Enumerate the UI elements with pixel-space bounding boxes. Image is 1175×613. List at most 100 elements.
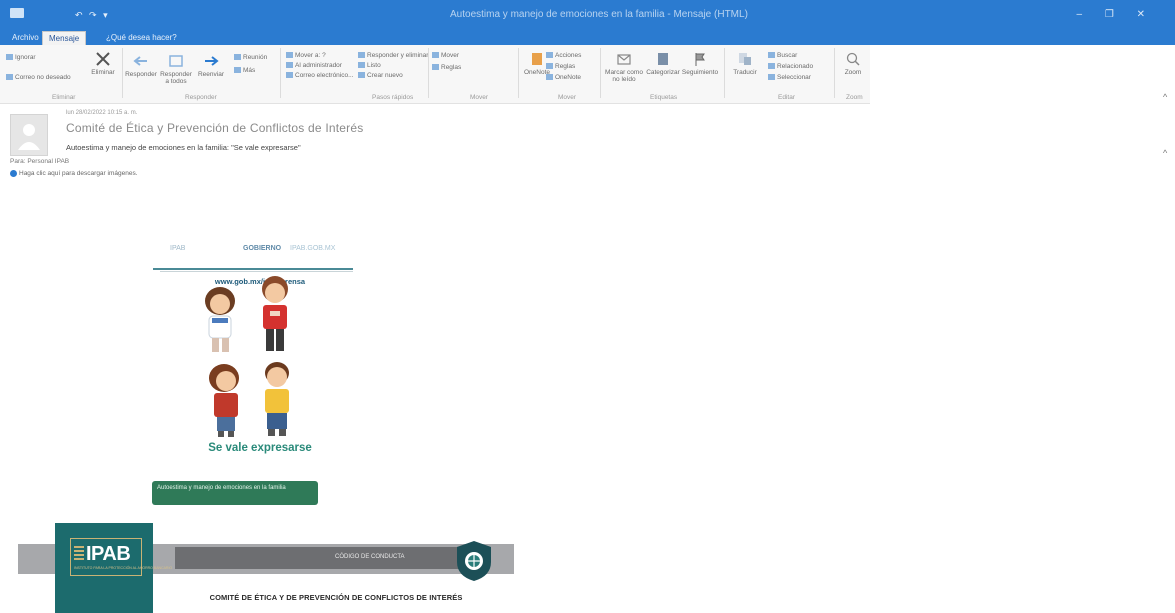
group-label-tags: Etiquetas (650, 94, 678, 101)
meeting-icon (234, 54, 241, 61)
expand-header-icon[interactable]: ^ (1163, 148, 1167, 158)
banner-logo: IPAB (170, 245, 186, 252)
reply-delete-icon (358, 52, 365, 59)
info-icon (10, 170, 17, 177)
boy-thinking-illustration (265, 362, 289, 436)
forward-icon (205, 56, 219, 66)
rules-icon (546, 63, 553, 70)
categorize-button[interactable]: Categorizar (646, 51, 680, 76)
collapse-ribbon-icon[interactable]: ^ (1163, 92, 1167, 102)
mark-unread-button[interactable]: Marcar como no leído (603, 51, 645, 83)
footer-label: CÓDIGO DE CONDUCTA (335, 554, 405, 560)
onenote-small-button[interactable]: OneNote (546, 74, 581, 82)
junk-button[interactable]: Correo no deseado (6, 74, 71, 82)
rules-button-2[interactable]: Reglas (546, 63, 575, 71)
girl-thinking-illustration (209, 364, 239, 437)
select-icon (768, 74, 775, 81)
translate-button[interactable]: Traducir (728, 51, 762, 76)
banner-gov: GOBIERNO (243, 245, 282, 252)
group-label-move-2: Mover (558, 94, 577, 101)
delete-button[interactable]: Eliminar (86, 51, 120, 76)
tab-file[interactable]: Archivo (6, 31, 45, 45)
more-icon (234, 67, 241, 74)
more-button[interactable]: Más (234, 67, 255, 75)
quickstep-to-manager[interactable]: Al administrador (286, 62, 342, 70)
rules-button[interactable]: Reglas (432, 64, 461, 72)
actions-button[interactable]: Acciones (546, 52, 581, 60)
group-label-zoom: Zoom (846, 94, 863, 101)
cta-button[interactable]: Autoestima y manejo de emociones en la f… (152, 481, 318, 505)
quickstep-reply-delete[interactable]: Responder y eliminar (358, 52, 428, 60)
reply-icon (133, 56, 147, 66)
banner-site: IPAB.GOB.MX (290, 245, 336, 252)
quickstep-move-to[interactable]: Mover a: ? (286, 52, 326, 60)
ignore-icon (6, 54, 13, 61)
slogan: Se vale expresarse (208, 442, 312, 454)
shield-icon (457, 541, 491, 581)
actions-icon (546, 52, 553, 59)
follow-up-button[interactable]: Seguimiento (680, 51, 720, 76)
ribbon: Ignorar Correo no deseado Eliminar Elimi… (0, 45, 870, 104)
quick-access-toolbar[interactable]: ↶ ↷ ▾ (75, 10, 110, 21)
committee-name: COMITÉ DE ÉTICA Y DE PREVENCIÓN DE CONFL… (209, 593, 463, 602)
divider (724, 48, 725, 98)
find-button[interactable]: Buscar (768, 52, 797, 60)
group-label-delete: Eliminar (52, 94, 76, 101)
ribbon-tabs: Archivo Mensaje ¿Qué desea hacer? (0, 31, 1175, 46)
divider (518, 48, 519, 98)
categorize-icon (658, 53, 668, 65)
info-bar[interactable]: Haga clic aquí para descargar imágenes. (10, 170, 138, 177)
reply-all-button[interactable]: Responder a todos (159, 53, 193, 85)
rules-icon (432, 64, 439, 71)
reply-button[interactable]: Responder (124, 53, 158, 78)
window-title: Autoestima y manejo de emociones en la f… (450, 9, 748, 20)
flag-icon (695, 53, 705, 66)
zoom-button[interactable]: Zoom (836, 51, 870, 76)
envelope-icon (617, 54, 631, 65)
tab-message[interactable]: Mensaje (42, 31, 87, 46)
divider (600, 48, 601, 98)
quickstep-team-email[interactable]: Correo electrónico... (286, 72, 354, 80)
ipab-subtitle: INSTITUTO PARA LA PROTECCIÓN AL AHORRO B… (74, 566, 173, 570)
quickstep-create-new[interactable]: Crear nuevo (358, 72, 403, 80)
related-button[interactable]: Relacionado (768, 63, 813, 71)
tab-tell-me[interactable]: ¿Qué desea hacer? (100, 31, 183, 45)
sender-name[interactable]: Comité de Ética y Prevención de Conflict… (66, 121, 363, 135)
meeting-button[interactable]: Reunión (234, 54, 267, 62)
find-icon (768, 52, 775, 59)
save-icon[interactable] (10, 8, 24, 18)
manager-icon (286, 62, 293, 69)
divider (428, 48, 429, 98)
move-icon (432, 52, 439, 59)
quickstep-done[interactable]: Listo (358, 62, 381, 70)
window-controls[interactable]: – ❐ ✕ (1077, 9, 1155, 20)
divider (280, 48, 281, 98)
reply-all-icon (169, 55, 183, 67)
footer-bar-dark (175, 547, 465, 569)
folder-icon (286, 52, 293, 59)
message-date: lun 28/02/2022 10:15 a. m. (66, 110, 138, 116)
move-button[interactable]: Mover (432, 52, 459, 60)
divider (122, 48, 123, 98)
group-label-edit: Editar (778, 94, 795, 101)
plus-icon (358, 72, 365, 79)
translate-icon (739, 53, 751, 65)
ignore-button[interactable]: Ignorar (6, 54, 36, 62)
ipab-mark-icon (74, 546, 84, 562)
ipab-logo: IPAB (86, 543, 131, 565)
onenote-icon (532, 53, 542, 65)
junk-icon (6, 74, 13, 81)
forward-button[interactable]: Reenviar (194, 53, 228, 78)
divider (153, 268, 353, 270)
title-bar: ↶ ↷ ▾ Autoestima y manejo de emociones e… (0, 0, 1175, 31)
team-icon (286, 72, 293, 79)
divider (834, 48, 835, 98)
recipients[interactable]: Para: Personal IPAB (10, 158, 69, 165)
group-label-move: Mover (470, 94, 489, 101)
group-label-respond: Responder (185, 94, 217, 101)
person-icon (18, 124, 40, 150)
girl-illustration (205, 287, 235, 352)
magnifier-icon (846, 52, 860, 66)
select-button[interactable]: Seleccionar (768, 74, 811, 82)
delete-icon (96, 52, 110, 66)
